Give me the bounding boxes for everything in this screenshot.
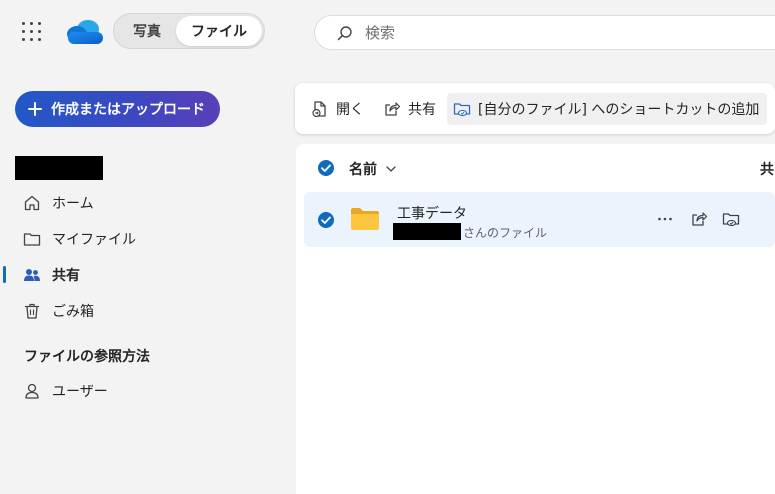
row-checkbox-icon[interactable]: [317, 211, 335, 229]
plus-icon: [28, 102, 42, 116]
file-name[interactable]: 工事データ: [397, 203, 467, 223]
app-launcher-icon[interactable]: [22, 22, 42, 42]
create-button-label: 作成またはアップロード: [51, 102, 205, 118]
sidebar-item-label: 共有: [52, 268, 80, 284]
open-label: 開く: [336, 102, 364, 118]
open-button[interactable]: 開く: [305, 93, 370, 125]
create-or-upload-button[interactable]: 作成またはアップロード: [15, 91, 220, 127]
share-icon: [385, 102, 401, 116]
sidebar-item-label: マイファイル: [52, 232, 136, 248]
sidebar-item-label: ごみ箱: [52, 304, 94, 320]
person-icon: [25, 383, 39, 399]
redacted-owner-name: [393, 223, 461, 240]
chevron-down-icon: [386, 166, 396, 172]
tab-photos[interactable]: 写真: [118, 16, 176, 46]
home-icon: [24, 195, 40, 211]
sidebar-item-shared[interactable]: 共有: [23, 264, 80, 286]
trash-icon: [24, 303, 40, 319]
column-header-name[interactable]: 名前: [349, 159, 397, 179]
column-header-shared[interactable]: 共: [760, 159, 774, 179]
command-bar: 開く 共有 [自分のファイル] へのショートカットの追加: [295, 83, 775, 134]
sidebar-item-my-files[interactable]: マイファイル: [23, 228, 136, 250]
open-file-icon: [312, 101, 326, 118]
people-icon: [24, 269, 40, 281]
owner-suffix: さんのファイル: [463, 226, 548, 240]
sidebar-item-people[interactable]: ユーザー: [23, 380, 108, 402]
column-name-label: 名前: [349, 162, 377, 178]
browse-files-by-heading: ファイルの参照方法: [24, 349, 150, 365]
view-switcher: 写真 ファイル: [113, 13, 265, 49]
select-all-checkbox-icon[interactable]: [317, 159, 335, 177]
add-shortcut-icon[interactable]: [722, 210, 740, 228]
folder-icon: [23, 233, 41, 246]
add-shortcut-label: [自分のファイル] へのショートカットの追加: [478, 102, 760, 118]
folder-icon: [351, 208, 379, 230]
sidebar-item-recycle-bin[interactable]: ごみ箱: [23, 300, 94, 322]
sidebar-item-home[interactable]: ホーム: [23, 192, 94, 214]
redacted-account-name: [15, 156, 103, 180]
tab-files[interactable]: ファイル: [176, 16, 262, 46]
table-row[interactable]: 工事データ さんのファイル: [304, 192, 775, 247]
add-shortcut-button[interactable]: [自分のファイル] へのショートカットの追加: [447, 93, 768, 125]
active-indicator: [3, 266, 6, 283]
add-shortcut-icon: [453, 103, 471, 117]
search-input[interactable]: [365, 22, 745, 44]
share-button[interactable]: 共有: [377, 93, 442, 125]
share-icon[interactable]: [690, 210, 708, 228]
sidebar-item-label: ユーザー: [52, 384, 108, 400]
onedrive-logo-icon[interactable]: [64, 18, 106, 46]
share-label: 共有: [408, 102, 436, 118]
list-header: 名前 共: [296, 152, 775, 184]
sidebar-item-label: ホーム: [52, 196, 94, 212]
more-options-icon[interactable]: [656, 210, 674, 228]
search-box: [314, 15, 775, 50]
search-icon: [337, 26, 352, 41]
